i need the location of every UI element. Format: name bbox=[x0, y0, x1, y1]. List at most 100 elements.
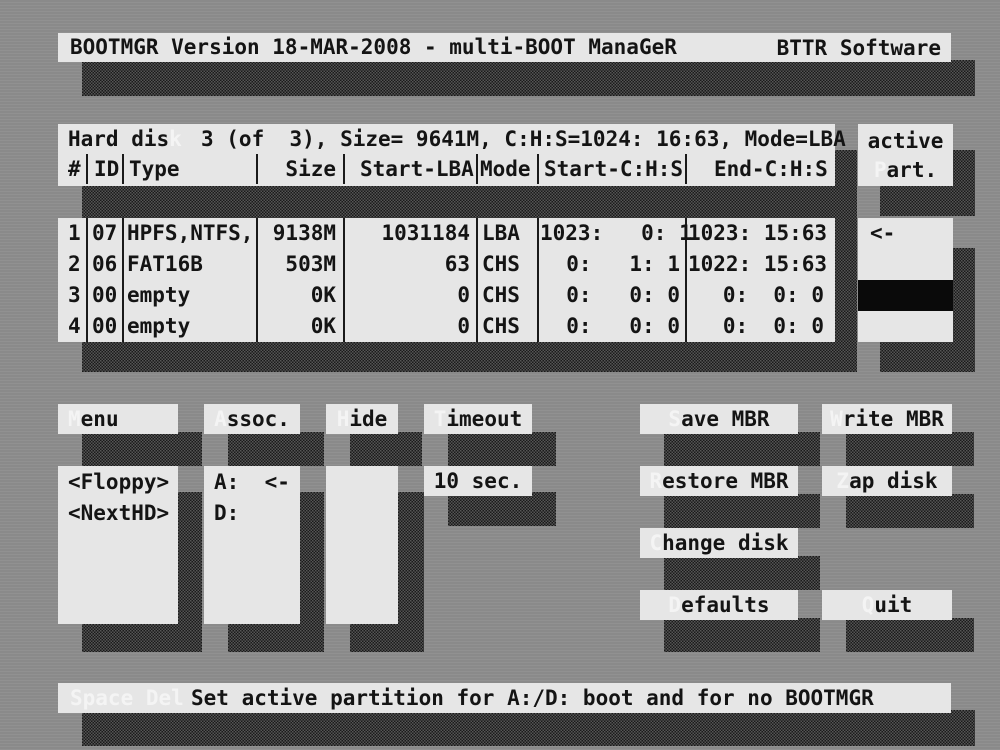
col-header-start-lba: Start-LBA bbox=[360, 157, 474, 181]
change-disk-shadow bbox=[664, 556, 820, 590]
cell-end-chs: 0: 0: 0 bbox=[722, 314, 824, 338]
cell-size: 0K bbox=[310, 314, 336, 338]
menu-item-floppy[interactable]: <Floppy> bbox=[68, 469, 169, 495]
timeout-value-shadow bbox=[448, 492, 556, 526]
cell-start-lba: 1031184 bbox=[381, 221, 470, 245]
write-mbr-shadow bbox=[846, 432, 974, 466]
cell-start-lba: 0 bbox=[457, 314, 470, 338]
menu-item-nexthd[interactable]: <NextHD> bbox=[68, 500, 169, 526]
table-row[interactable]: 1 07 HPFS,NTFS, 9138M 1031184 LBA 1023: … bbox=[58, 218, 835, 249]
cell-mode: LBA bbox=[482, 221, 520, 245]
cell-start-chs: 0: 1: 1 bbox=[566, 252, 680, 276]
restore-mbr-button[interactable]: Restore MBR bbox=[640, 466, 798, 496]
restore-mbr-shadow bbox=[664, 494, 820, 528]
zap-disk-shadow bbox=[846, 494, 974, 528]
assoc-item-a[interactable]: A: <- bbox=[214, 469, 290, 495]
timeout-header[interactable]: Timeout bbox=[424, 404, 532, 434]
quit-shadow bbox=[846, 618, 974, 652]
cell-mode: CHS bbox=[482, 283, 520, 307]
status-message: Set active partition for A:/D: boot and … bbox=[191, 686, 874, 710]
col-header-size: Size bbox=[285, 157, 336, 181]
header-divider bbox=[537, 154, 539, 184]
cell-start-chs: 1023: 0: 1 bbox=[540, 221, 692, 245]
col-header-type: Type bbox=[129, 157, 180, 181]
cell-start-lba: 0 bbox=[457, 283, 470, 307]
cell-end-chs: 0: 0: 0 bbox=[722, 283, 824, 307]
active-list[interactable]: <- bbox=[858, 218, 953, 342]
timeout-header-shadow bbox=[448, 432, 556, 466]
change-disk-button[interactable]: Change disk bbox=[640, 528, 798, 558]
col-header-num: # bbox=[68, 157, 81, 181]
quit-button[interactable]: Quit bbox=[822, 590, 952, 620]
vendor-name: BTTR Software bbox=[776, 36, 941, 60]
hide-list[interactable] bbox=[326, 466, 398, 624]
status-bar: Space Del Set active partition for A:/D:… bbox=[58, 683, 951, 713]
cell-type: FAT16B bbox=[127, 252, 203, 276]
active-selection-bar[interactable] bbox=[858, 280, 953, 311]
save-mbr-shadow bbox=[664, 432, 820, 466]
title-bar: BOOTMGR Version 18-MAR-2008 - multi-BOOT… bbox=[58, 33, 951, 62]
cell-num: 4 bbox=[68, 314, 81, 338]
active-header-line1: active bbox=[867, 129, 944, 153]
write-mbr-button[interactable]: Write MBR bbox=[822, 404, 952, 434]
defaults-button[interactable]: Defaults bbox=[640, 590, 798, 620]
assoc-item-d[interactable]: D: bbox=[214, 500, 239, 526]
assoc-header-shadow bbox=[228, 432, 324, 466]
save-mbr-button[interactable]: Save MBR bbox=[640, 404, 798, 434]
menu-header[interactable]: Menu bbox=[58, 404, 178, 434]
cell-type: empty bbox=[127, 314, 191, 338]
cell-id: 06 bbox=[92, 252, 118, 276]
title-bar-shadow bbox=[82, 60, 975, 96]
status-keys: Space Del bbox=[70, 686, 184, 710]
table-row[interactable]: 2 06 FAT16B 503M 63 CHS 0: 1: 1 1022: 15… bbox=[58, 249, 835, 280]
cell-num: 2 bbox=[68, 252, 81, 276]
assoc-list: A: <- D: bbox=[204, 466, 300, 624]
active-header[interactable]: active Part. bbox=[858, 124, 953, 186]
col-header-start-chs: Start-C:H:S bbox=[544, 157, 684, 181]
header-divider bbox=[685, 154, 687, 184]
cell-type: HPFS,NTFS, bbox=[127, 221, 254, 245]
cell-mode: CHS bbox=[482, 314, 520, 338]
status-bar-shadow bbox=[82, 710, 975, 746]
timeout-value[interactable]: 10 sec. bbox=[424, 466, 532, 496]
cell-mode: CHS bbox=[482, 252, 520, 276]
cell-start-chs: 0: 0: 0 bbox=[566, 283, 680, 307]
disk-info: 3 (of 3), Size= 9641M, C:H:S=1024: 16:63… bbox=[201, 127, 846, 151]
partition-table: 1 07 HPFS,NTFS, 9138M 1031184 LBA 1023: … bbox=[58, 218, 835, 342]
zap-disk-button[interactable]: Zap disk bbox=[822, 466, 952, 496]
header-divider bbox=[476, 154, 478, 184]
menu-list: <Floppy> <NextHD> bbox=[58, 466, 178, 624]
cell-end-chs: 1023: 15:63 bbox=[688, 221, 828, 245]
disk-panel: Hard disk 3 (of 3), Size= 9641M, C:H:S=1… bbox=[58, 124, 846, 186]
cell-id: 07 bbox=[92, 221, 118, 245]
cell-num: 1 bbox=[68, 221, 81, 245]
cell-id: 00 bbox=[92, 283, 118, 307]
table-row[interactable]: 3 00 empty 0K 0 CHS 0: 0: 0 0: 0: 0 bbox=[58, 280, 835, 311]
col-header-id: ID bbox=[94, 157, 120, 181]
col-header-mode: Mode bbox=[480, 157, 531, 181]
header-divider bbox=[343, 154, 345, 184]
cell-size: 503M bbox=[285, 252, 336, 276]
cell-size: 0K bbox=[310, 283, 336, 307]
hide-header-shadow bbox=[350, 432, 422, 466]
assoc-header[interactable]: Assoc. bbox=[204, 404, 300, 434]
active-header-line2: Part. bbox=[873, 158, 938, 182]
header-divider bbox=[256, 154, 258, 184]
cell-start-chs: 0: 0: 0 bbox=[566, 314, 680, 338]
disk-label[interactable]: Hard disk bbox=[68, 126, 182, 152]
defaults-shadow bbox=[664, 618, 820, 652]
hide-header[interactable]: Hide bbox=[326, 404, 398, 434]
col-header-end-chs: End-C:H:S bbox=[714, 157, 828, 181]
cell-num: 3 bbox=[68, 283, 81, 307]
cell-start-lba: 63 bbox=[444, 252, 470, 276]
cell-size: 9138M bbox=[272, 221, 336, 245]
table-row[interactable]: 4 00 empty 0K 0 CHS 0: 0: 0 0: 0: 0 bbox=[58, 311, 835, 342]
header-divider bbox=[122, 154, 124, 184]
cell-end-chs: 1022: 15:63 bbox=[688, 252, 828, 276]
active-marker: <- bbox=[870, 221, 896, 245]
cell-id: 00 bbox=[92, 314, 118, 338]
menu-header-shadow bbox=[82, 432, 202, 466]
cell-type: empty bbox=[127, 283, 191, 307]
header-divider bbox=[86, 154, 88, 184]
app-title: BOOTMGR Version 18-MAR-2008 - multi-BOOT… bbox=[70, 35, 677, 59]
